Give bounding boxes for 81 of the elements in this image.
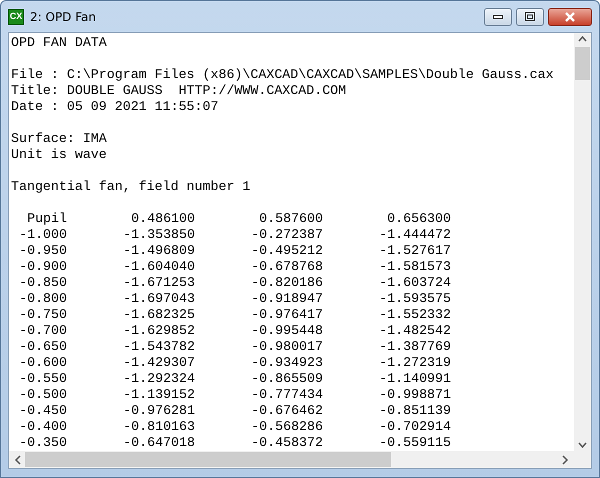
table-cell-text: -0.950 — [18, 243, 67, 259]
table-cell-text: -0.450 — [18, 403, 67, 419]
minimize-icon — [493, 14, 503, 18]
scroll-right-icon[interactable] — [560, 454, 570, 464]
table-cell-text: -0.600 — [18, 355, 67, 371]
table-cell-text: -0.495212 — [250, 243, 323, 259]
text-line: OPD FAN DATA — [11, 35, 107, 51]
table-cell-text: -1.603724 — [378, 275, 451, 291]
vertical-scrollbar[interactable] — [574, 33, 591, 451]
table-cell-text: -1.593575 — [378, 291, 451, 307]
table-cell-text: -1.429307 — [122, 355, 195, 371]
table-cell-text: -1.697043 — [122, 291, 195, 307]
column-header: 0.656300 — [386, 211, 451, 227]
table-cell-text: -0.900 — [18, 259, 67, 275]
table-cell-text: -0.400 — [18, 419, 67, 435]
minimize-button[interactable] — [484, 8, 512, 26]
close-button[interactable] — [548, 8, 592, 26]
table-cell-text: -0.568286 — [250, 419, 323, 435]
table-cell-text: -1.527617 — [378, 243, 451, 259]
table-cell-text: -0.750 — [18, 307, 67, 323]
table-cell-text: -1.482542 — [378, 323, 451, 339]
column-header: 0.486100 — [130, 211, 195, 227]
maximize-icon — [525, 12, 535, 21]
table-cell-text: -0.272387 — [250, 227, 323, 243]
table-cell-text: -0.934923 — [250, 355, 323, 371]
table-cell-text: -0.676462 — [250, 403, 323, 419]
table-cell-text: -1.444472 — [378, 227, 451, 243]
table-cell-text: -0.976417 — [250, 307, 323, 323]
table-cell-text: -1.000 — [18, 227, 67, 243]
table-cell-text: -1.552332 — [378, 307, 451, 323]
table-cell-text: -0.678768 — [250, 259, 323, 275]
app-icon: CX — [8, 8, 24, 24]
table-cell-text: -0.550 — [18, 371, 67, 387]
table-cell-text: -1.140991 — [378, 371, 451, 387]
text-line: Unit is wave — [11, 147, 107, 163]
table-cell-text: -1.139152 — [122, 387, 195, 403]
table-cell-text: -1.496809 — [122, 243, 195, 259]
table-cell-text: -0.918947 — [250, 291, 323, 307]
table-cell-text: -1.387769 — [378, 339, 451, 355]
maximize-button[interactable] — [516, 8, 544, 26]
text-line: Title: DOUBLE GAUSS HTTP://WWW.CAXCAD.COM — [11, 83, 346, 99]
table-cell-text: -1.682325 — [122, 307, 195, 323]
column-header: 0.587600 — [258, 211, 323, 227]
table-cell-text: -0.976281 — [122, 403, 195, 419]
table-cell-text: -0.559115 — [378, 435, 451, 451]
horizontal-scrollbar[interactable] — [9, 451, 574, 468]
table-cell-text: -0.995448 — [250, 323, 323, 339]
table-cell-text: -0.865509 — [250, 371, 323, 387]
column-header: Pupil — [26, 211, 67, 227]
window-title: 2: OPD Fan — [30, 10, 96, 24]
table-cell-text: -0.700 — [18, 323, 67, 339]
table-cell-text: -0.998871 — [378, 387, 451, 403]
table-cell-text: -1.272319 — [378, 355, 451, 371]
table-cell-text: -0.980017 — [250, 339, 323, 355]
table-cell-text: -0.350 — [18, 435, 67, 451]
table-cell-text: -0.820186 — [250, 275, 323, 291]
table-cell-text: -1.629852 — [122, 323, 195, 339]
table-cell-text: -0.800 — [18, 291, 67, 307]
scrollbar-thumb[interactable] — [25, 452, 391, 467]
text-line: Tangential fan, field number 1 — [11, 179, 250, 195]
table-cell-text: -1.671253 — [122, 275, 195, 291]
table-cell-text: -1.581573 — [378, 259, 451, 275]
table-cell-text: -0.851139 — [378, 403, 451, 419]
table-cell-text: -1.604040 — [122, 259, 195, 275]
table-cell-text: -1.543782 — [122, 339, 195, 355]
table-cell-text: -0.810163 — [122, 419, 195, 435]
text-line: File : C:\Program Files (x86)\CAXCAD\CAXCAD\SAMPLES\Double Gauss.cax — [11, 67, 554, 83]
table-cell-text: -0.500 — [18, 387, 67, 403]
table-cell-text: -0.650 — [18, 339, 67, 355]
table-cell-text: -1.292324 — [122, 371, 195, 387]
text-line: Surface: IMA — [11, 131, 107, 147]
table-cell-text: -0.777434 — [250, 387, 323, 403]
scrollbar-thumb[interactable] — [575, 47, 590, 80]
table-cell-text: -0.850 — [18, 275, 67, 291]
scroll-left-icon[interactable] — [13, 454, 23, 464]
table-cell-text: -0.458372 — [250, 435, 323, 451]
close-icon — [564, 12, 576, 22]
table-cell-text: -0.647018 — [122, 435, 195, 451]
text-line: Date : 05 09 2021 11:55:07 — [11, 99, 218, 115]
table-cell-text: -0.702914 — [378, 419, 451, 435]
table-cell-text: -1.353850 — [122, 227, 195, 243]
